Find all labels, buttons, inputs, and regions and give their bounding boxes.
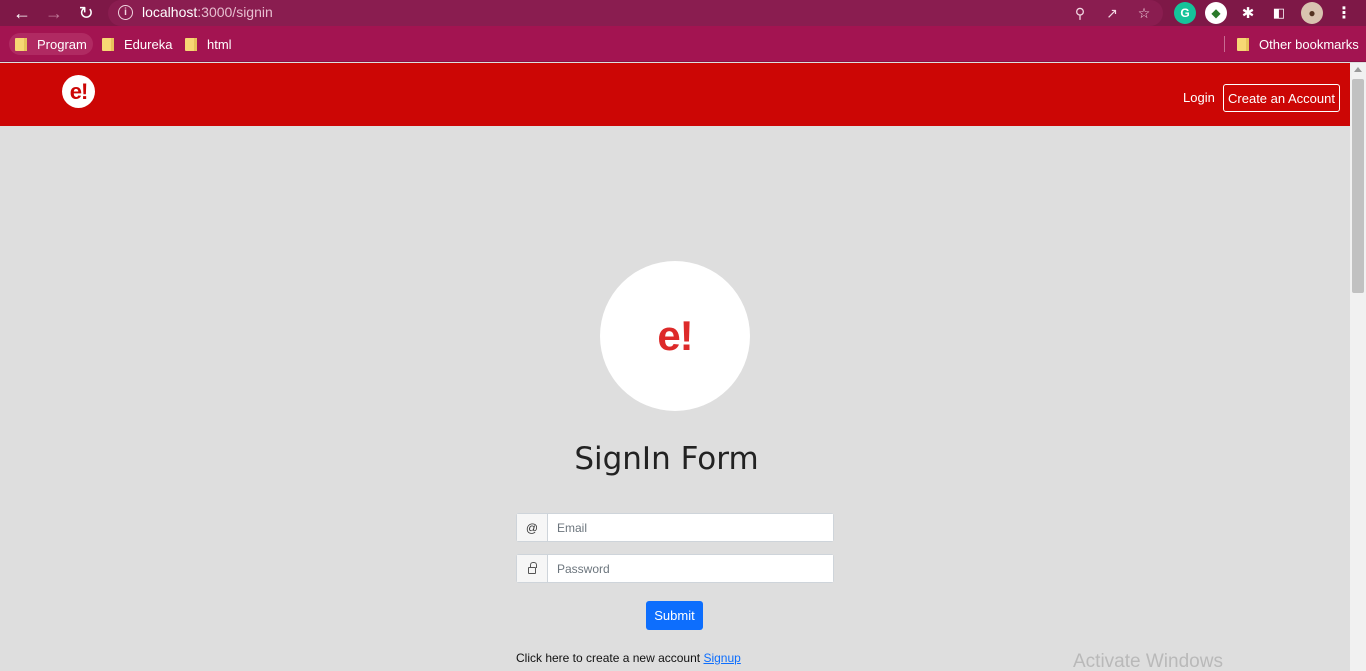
folder-icon xyxy=(1237,37,1249,51)
bookmark-label: Program xyxy=(37,36,87,52)
navbar-logo[interactable]: e! xyxy=(62,75,95,108)
side-panel-icon[interactable]: ◧ xyxy=(1268,2,1290,24)
folder-icon xyxy=(102,37,114,51)
bookmarks-bar: Program Edureka html Other bookmarks xyxy=(0,26,1366,62)
back-arrow-icon[interactable]: ← xyxy=(9,0,35,26)
browser-toolbar: ← → ↻ i localhost:3000/signin ⚲ ↗ ☆ G ◆ … xyxy=(0,0,1366,26)
url-path: :3000/signin xyxy=(197,4,273,20)
bookmark-separator xyxy=(1224,36,1225,52)
at-sign-icon: @ xyxy=(517,514,548,541)
forward-arrow-icon[interactable]: → xyxy=(41,0,67,26)
bookmark-html[interactable]: html xyxy=(179,33,238,55)
page-content: e! Login Create an Account e! SignIn For… xyxy=(0,63,1350,671)
activate-windows-watermark: Activate Windows xyxy=(1073,651,1223,671)
signup-prompt: Click here to create a new account Signu… xyxy=(516,651,741,665)
password-input-group xyxy=(516,554,834,583)
extension-icon[interactable]: ◆ xyxy=(1205,2,1227,24)
folder-icon xyxy=(185,37,197,51)
puzzle-extensions-icon[interactable]: ✱ xyxy=(1237,2,1259,24)
signup-link[interactable]: Signup xyxy=(703,651,740,665)
scrollbar-thumb[interactable] xyxy=(1352,79,1364,293)
share-icon[interactable]: ↗ xyxy=(1102,3,1122,23)
other-bookmarks-label: Other bookmarks xyxy=(1259,36,1359,52)
email-field[interactable] xyxy=(548,514,833,541)
bookmark-label: Edureka xyxy=(124,36,173,52)
bookmark-program[interactable]: Program xyxy=(9,33,93,55)
submit-button[interactable]: Submit xyxy=(646,601,703,630)
create-account-button[interactable]: Create an Account xyxy=(1223,84,1340,112)
grammarly-extension-icon[interactable]: G xyxy=(1174,2,1196,24)
url-text[interactable]: localhost:3000/signin xyxy=(142,4,273,20)
menu-kebab-icon[interactable]: ⋮ xyxy=(1333,2,1355,24)
other-bookmarks[interactable]: Other bookmarks xyxy=(1231,33,1365,55)
top-navbar: e! Login Create an Account xyxy=(0,63,1350,126)
password-field[interactable] xyxy=(548,555,833,582)
vertical-scrollbar[interactable] xyxy=(1350,63,1366,671)
address-bar[interactable]: i localhost:3000/signin ⚲ ↗ ☆ xyxy=(108,0,1163,26)
page-title: SignIn Form xyxy=(574,441,759,477)
reload-icon[interactable]: ↻ xyxy=(73,0,99,26)
login-link[interactable]: Login xyxy=(1183,90,1215,105)
zoom-icon[interactable]: ⚲ xyxy=(1070,3,1090,23)
lock-icon xyxy=(517,555,548,582)
bookmark-label: html xyxy=(207,36,232,52)
email-input-group: @ xyxy=(516,513,834,542)
url-host: localhost xyxy=(142,4,198,20)
scroll-up-arrow-icon[interactable] xyxy=(1354,67,1362,72)
profile-avatar[interactable]: ● xyxy=(1301,2,1323,24)
bookmark-star-icon[interactable]: ☆ xyxy=(1134,3,1154,23)
brand-logo: e! xyxy=(600,261,750,411)
site-info-icon[interactable]: i xyxy=(118,5,133,20)
signup-prompt-text: Click here to create a new account xyxy=(516,651,701,665)
bookmark-edureka[interactable]: Edureka xyxy=(96,33,178,55)
folder-icon xyxy=(15,37,27,51)
